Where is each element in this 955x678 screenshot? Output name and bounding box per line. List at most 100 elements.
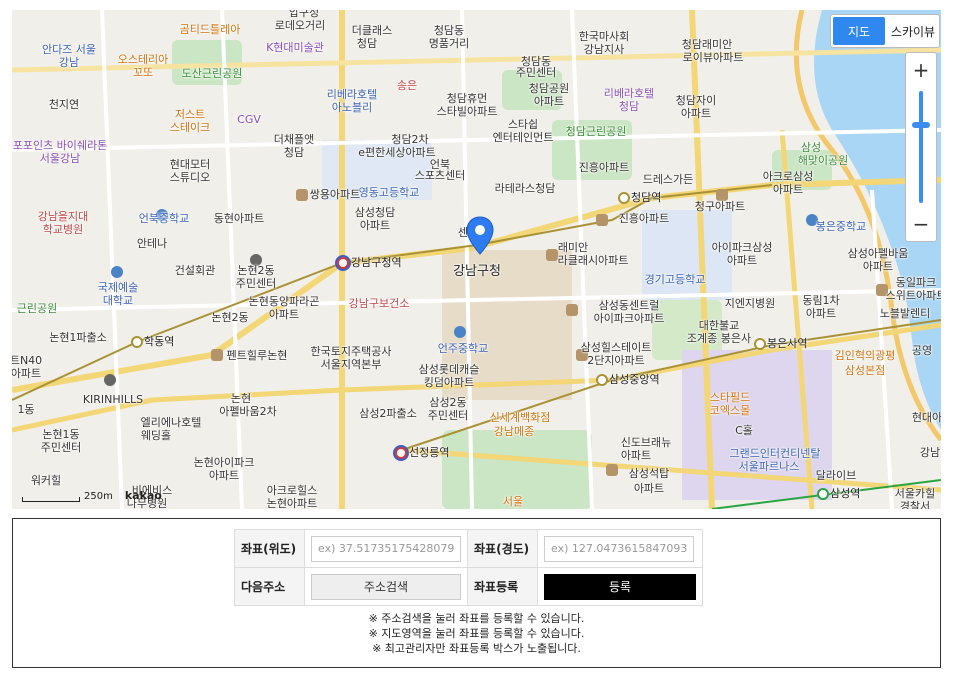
help-note: ※ 최고관리자만 좌표등록 박스가 노출됩니다.: [372, 642, 581, 655]
place-label: 안다즈 서울: [41, 43, 97, 56]
place-label: 청구아파트: [694, 200, 746, 213]
longitude-input[interactable]: [544, 535, 694, 562]
scale-bar-line: [22, 497, 80, 502]
place-label: 아크로힐스: [266, 484, 318, 497]
address-search-button[interactable]: 주소검색: [311, 573, 461, 600]
place-label: 근린공원: [16, 302, 58, 315]
place-label: 삼성: [800, 141, 822, 154]
place-label: 그랜드인터컨티넨탈: [729, 447, 821, 460]
zoom-in-button[interactable]: +: [906, 55, 936, 85]
subway-station-icon[interactable]: [337, 257, 349, 269]
place-label: 코엑스몰: [709, 404, 751, 417]
apartment-icon: [211, 349, 223, 361]
place-label: 조계종 봉은사: [686, 332, 752, 345]
place-label: 언북중학교: [138, 212, 190, 225]
station-label[interactable]: 학동역: [144, 335, 174, 348]
place-label: 달라이브: [815, 469, 857, 482]
station-label[interactable]: 삼성중앙역: [609, 373, 660, 386]
place-label: 삼성2파출소: [359, 407, 417, 420]
place-label: 킹덤아파트: [423, 376, 475, 389]
place-label: 논현1파출소: [49, 331, 107, 344]
place-label: 경기고등학교: [644, 273, 706, 286]
zoom-control: + −: [905, 52, 937, 242]
subway-station-icon[interactable]: [618, 192, 630, 204]
place-label: 라클래시아파트: [557, 254, 629, 267]
place-label: 진흥아파트: [578, 161, 630, 174]
subway-station-icon[interactable]: [754, 338, 766, 350]
location-pin-icon[interactable]: [466, 216, 494, 256]
scale-distance: 250m: [84, 491, 113, 502]
map-type-toggle: 지도 스카이뷰: [830, 14, 940, 48]
place-label: 아파트: [726, 254, 758, 267]
place-label: 도산근린공원: [181, 67, 243, 80]
place-label: 삼성2동: [429, 396, 467, 409]
latitude-input[interactable]: [311, 535, 461, 562]
place-label: 공영: [911, 344, 933, 357]
place-label: 아파트: [680, 107, 712, 120]
place-label: 청담래미안: [681, 38, 733, 51]
lat-cell: [304, 529, 468, 568]
place-label: 논현1동: [42, 428, 80, 441]
place-label: 주민센터: [235, 277, 277, 290]
help-note: ※ 주소검색을 눌러 좌표를 등록할 수 있습니다.: [368, 612, 585, 625]
subway-station-icon[interactable]: [131, 336, 143, 348]
map-area[interactable]: 압구정 로데오거리 더클래스 청담 청담동 명품거리 한국마사회 강남지사 곰티…: [12, 10, 941, 509]
place-label: 청담동: [433, 24, 465, 37]
place-label: 강남을지대: [37, 210, 89, 223]
station-label[interactable]: 삼성역: [830, 487, 860, 500]
place-label: 경찰서: [899, 500, 931, 509]
place-label: 청담자이: [675, 94, 717, 107]
place-label: 아이파크아파트: [593, 312, 665, 325]
lng-cell: [537, 529, 703, 568]
place-label: 로데오거리: [274, 19, 326, 32]
register-button[interactable]: 등록: [544, 573, 696, 600]
place-label: 리베라호텔: [326, 88, 378, 101]
address-cell: 주소검색: [304, 567, 468, 606]
place-label: 주민센터: [515, 66, 557, 79]
map-view-button[interactable]: 지도: [833, 17, 885, 45]
place-label: 포포인츠 바이쉐라톤: [12, 139, 108, 152]
place-label: 청담: [356, 37, 378, 50]
place-label: 스타쉽: [507, 118, 539, 131]
place-label: 아파트: [268, 308, 300, 321]
station-label[interactable]: 청담역: [631, 191, 661, 204]
place-label: 서울카힐: [894, 487, 936, 500]
school-icon: [111, 266, 123, 278]
place-label: 청담: [618, 100, 640, 113]
station-label[interactable]: 봉은사역: [767, 337, 807, 350]
place-label: 서울파르나스: [738, 460, 800, 473]
place-label: 서울강남: [39, 152, 81, 165]
place-label: 강남: [58, 56, 80, 69]
place-label: 아파트: [862, 260, 894, 273]
place-label: 봉은중학교: [815, 220, 867, 233]
subway-station-icon[interactable]: [817, 488, 829, 500]
place-label: 더클래스: [351, 24, 393, 37]
apartment-icon: [596, 214, 608, 226]
zoom-slider-handle[interactable]: [912, 121, 930, 128]
skyview-button[interactable]: 스카이뷰: [887, 15, 939, 47]
station-label[interactable]: 선정릉역: [409, 446, 449, 459]
scale-bar: 250m kakao: [22, 488, 162, 502]
place-label: 2단지아파트: [587, 354, 645, 367]
subway-station-icon[interactable]: [596, 374, 608, 386]
place-label: 아파트: [772, 183, 804, 196]
place-label: 스타빌아파트: [436, 105, 498, 118]
place-label: 현대아: [911, 411, 941, 424]
place-label: 아펠바움2차: [219, 405, 277, 418]
zoom-out-button[interactable]: −: [906, 209, 936, 239]
place-label: 청담근린공원: [565, 125, 627, 138]
place-label: 송은: [396, 79, 418, 92]
apartment-icon: [606, 464, 618, 476]
place-label: 청담: [283, 146, 305, 159]
place-label: 아크로삼성: [762, 170, 814, 183]
place-label: 논현2동: [211, 311, 249, 324]
place-label: 지엔지병원: [724, 297, 776, 310]
place-label: 더채플앳: [273, 133, 315, 146]
station-label[interactable]: 강남구청역: [351, 256, 402, 269]
coordinate-form: 좌표(위도) 좌표(경도) 다음주소 주소검색 좌표등록 등록: [234, 529, 703, 606]
place-label: 곰티드틀레아: [179, 23, 241, 36]
zoom-slider-track[interactable]: [919, 91, 923, 203]
place-label: 엔터테인먼트: [492, 131, 554, 144]
place-label: 청담공원: [528, 82, 570, 95]
subway-station-icon[interactable]: [395, 447, 407, 459]
